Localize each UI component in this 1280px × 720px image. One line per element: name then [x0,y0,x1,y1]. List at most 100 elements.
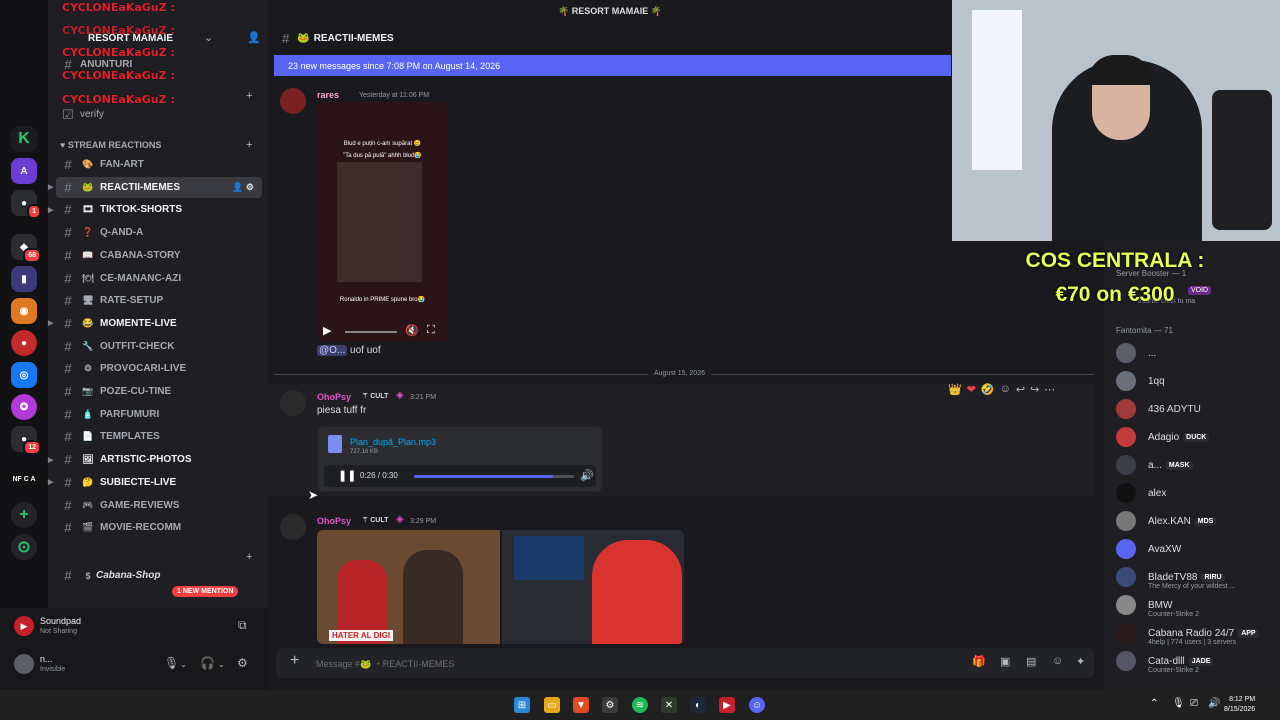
channel-tiktok-shorts[interactable]: ▶ # 🎞 TIKTOK-SHORTS [48,199,262,220]
chevron-down-icon[interactable]: ⌄ [204,31,213,44]
microphone-icon[interactable]: 🎙 [164,656,179,670]
chevron-down-icon[interactable]: ⌄ [218,660,225,669]
server-icon-green[interactable]: K [11,126,37,152]
member-row[interactable]: Alex.KAN MDS [1116,508,1217,534]
message-author[interactable]: OhoPsy [317,392,351,402]
avatar[interactable] [280,514,306,540]
headphones-icon[interactable]: 🎧 [200,656,215,670]
audio-seek-bar[interactable] [414,475,574,478]
add-channel-icon[interactable]: + [246,90,252,102]
new-mention-pill[interactable]: 1 NEW MENTION [172,586,239,597]
add-attachment-icon[interactable]: + [290,652,299,670]
member-row[interactable]: Adagio DUCK [1116,424,1210,450]
channel-poze-cu-tine[interactable]: # 📷 POZE-CU-TINE [56,381,262,402]
volume-icon[interactable]: 🔊 [1208,698,1220,709]
member-row[interactable]: AvaXW [1116,536,1181,562]
discord-icon[interactable]: ☺ [749,697,765,713]
server-icon-nfca[interactable]: NF C A [11,466,37,492]
member-row[interactable]: Cata-dlll JADE Counter-Strike 2 [1116,648,1214,674]
message-author[interactable]: rares [317,90,339,100]
play-icon[interactable]: ▶ [323,324,331,337]
avatar[interactable] [280,88,306,114]
heart-icon[interactable]: ❤ [967,383,976,396]
member-row[interactable]: 436 ADYTU [1116,396,1201,422]
server-icon-g[interactable]: ◎ [11,362,37,388]
server-icon-f[interactable]: ● [11,330,37,356]
gift-icon[interactable]: 🎁 [972,655,986,668]
channel-momente-live[interactable]: ▶ # 😂 MOMENTE-LIVE [48,313,262,334]
server-icon-a[interactable]: A [11,158,37,184]
tray-chevron-icon[interactable]: ⌃ [1150,698,1158,709]
member-row[interactable]: BMW Counter-Strike 2 [1116,592,1199,618]
forward-icon[interactable]: ↪ [1030,383,1039,396]
server-icon-i[interactable]: ● 12 [11,426,41,455]
member-row[interactable]: alex [1116,480,1166,506]
member-row[interactable]: a... MASK [1116,452,1193,478]
message-author[interactable]: OhoPsy [317,516,351,526]
channel-game-reviews[interactable]: # 🎮 GAME-REVIEWS [56,495,262,516]
microphone-icon[interactable]: 🎙 [1172,698,1185,709]
channel-provocari-live[interactable]: # ⚙ PROVOCARI-LIVE [56,358,262,379]
server-icon-c[interactable]: ◆ 68 [11,234,41,263]
server-icon-e[interactable]: ◉ [11,298,37,324]
gif-icon[interactable]: ▣ [1000,655,1010,668]
channel-ce-mananc-azi[interactable]: # 🍽 CE-MANANC-AZI [56,268,262,289]
chevron-down-icon[interactable]: ⌄ [180,660,187,669]
add-channel-icon[interactable]: + [246,139,252,151]
member-row[interactable]: 1qq [1116,368,1165,394]
apps-icon[interactable]: ✦ [1076,655,1085,668]
avatar[interactable] [14,654,34,674]
windows-start-icon[interactable]: ⊞ [514,697,530,713]
reaction-icon[interactable]: 🤣 [981,383,995,396]
app-icon[interactable]: ✕ [661,697,677,713]
fullscreen-icon[interactable]: ⛶ [427,324,435,337]
explore-icon[interactable]: ⊙ [11,534,37,560]
channel-reactii-memes[interactable]: ▶ # 🐸 REACTII-MEMES 👤 ⚙ [48,176,262,198]
spotify-icon[interactable]: ≋ [632,697,648,713]
media-player-icon[interactable]: ▶ [719,697,735,713]
pause-icon[interactable]: ❚❚ [338,469,356,482]
member-row[interactable]: BladeTV88 RIRU The Mercy of your wildest .… [1116,564,1236,590]
settings-app-icon[interactable]: ⚙ [602,697,618,713]
brave-icon[interactable]: ▼ [573,697,589,713]
channel-verify[interactable]: ☑ verify [56,104,262,125]
channel-rate-setup[interactable]: # 🖥 RATE-SETUP [56,290,262,311]
member-row[interactable]: Cabana Radio 24/7 APP 4help | 774 users | … [1116,620,1259,646]
volume-icon[interactable]: 🔊 [580,469,594,482]
server-icon-h[interactable]: ✪ [11,394,37,420]
more-icon[interactable]: ⋯ [1044,383,1055,396]
channel-cabana-story[interactable]: # 📖 CABANA-STORY [56,245,262,266]
clock[interactable]: 8:12 PM 8/15/2026 [1224,695,1255,715]
video-attachment[interactable]: Blud e puțin c-am supărat 😢 "Ta dus pă p… [317,102,448,342]
channel-movie-recomm[interactable]: # 🎬 MOVIE-RECOMM [56,517,262,538]
reply-icon[interactable]: ↩ [1016,383,1025,396]
file-explorer-icon[interactable]: ▭ [544,697,560,713]
file-name[interactable]: Plan_după_Plan.mp3 [350,437,436,447]
channel-fan-art[interactable]: # 🎨 FAN-ART [56,154,262,175]
channel-settings-icon[interactable]: 👤 ⚙ [232,182,254,193]
steam-icon[interactable]: ◐ [690,697,706,713]
mute-icon[interactable]: 🔇 [405,324,419,337]
add-channel-icon[interactable]: + [246,551,252,563]
avatar[interactable] [280,390,306,416]
add-member-icon[interactable]: 👤 [247,31,261,44]
image-attachment[interactable]: HATER AL DIGI [317,530,684,644]
channel-q-and-a[interactable]: # ❓ Q-AND-A [56,222,262,243]
emoji-icon[interactable]: ☺ [1052,655,1063,667]
category-stream-reactions[interactable]: ♥ STREAM REACTIONS [60,140,161,150]
add-server-icon[interactable]: + [11,502,37,528]
share-screen-icon[interactable]: ⧉ [238,618,247,633]
network-icon[interactable]: ⎚ [1190,698,1198,709]
video-seek-bar[interactable] [345,331,397,333]
message-input[interactable]: + Message #🐸 ・REACTII-MEMES 🎁 ▣ ▤ ☺ ✦ [276,648,1094,678]
member-row[interactable]: ... [1116,340,1156,366]
channel-subiecte-live[interactable]: ▶ # 🤔 SUBIECTE-LIVE [48,472,262,493]
add-reaction-icon[interactable]: ☺ [1000,383,1011,395]
gear-icon[interactable]: ⚙ [237,656,248,670]
channel-outfit-check[interactable]: # 🔧 OUTFIT-CHECK [56,336,262,357]
channel-parfumuri[interactable]: # 🧴 PARFUMURI [56,404,262,425]
channel-cabana-shop[interactable]: # $ Cabana-Shop [56,565,262,586]
reply-mention[interactable]: @O... [317,345,348,356]
channel-templates[interactable]: # 📄 TEMPLATES [56,426,262,447]
crown-icon[interactable]: 👑 [948,383,962,396]
